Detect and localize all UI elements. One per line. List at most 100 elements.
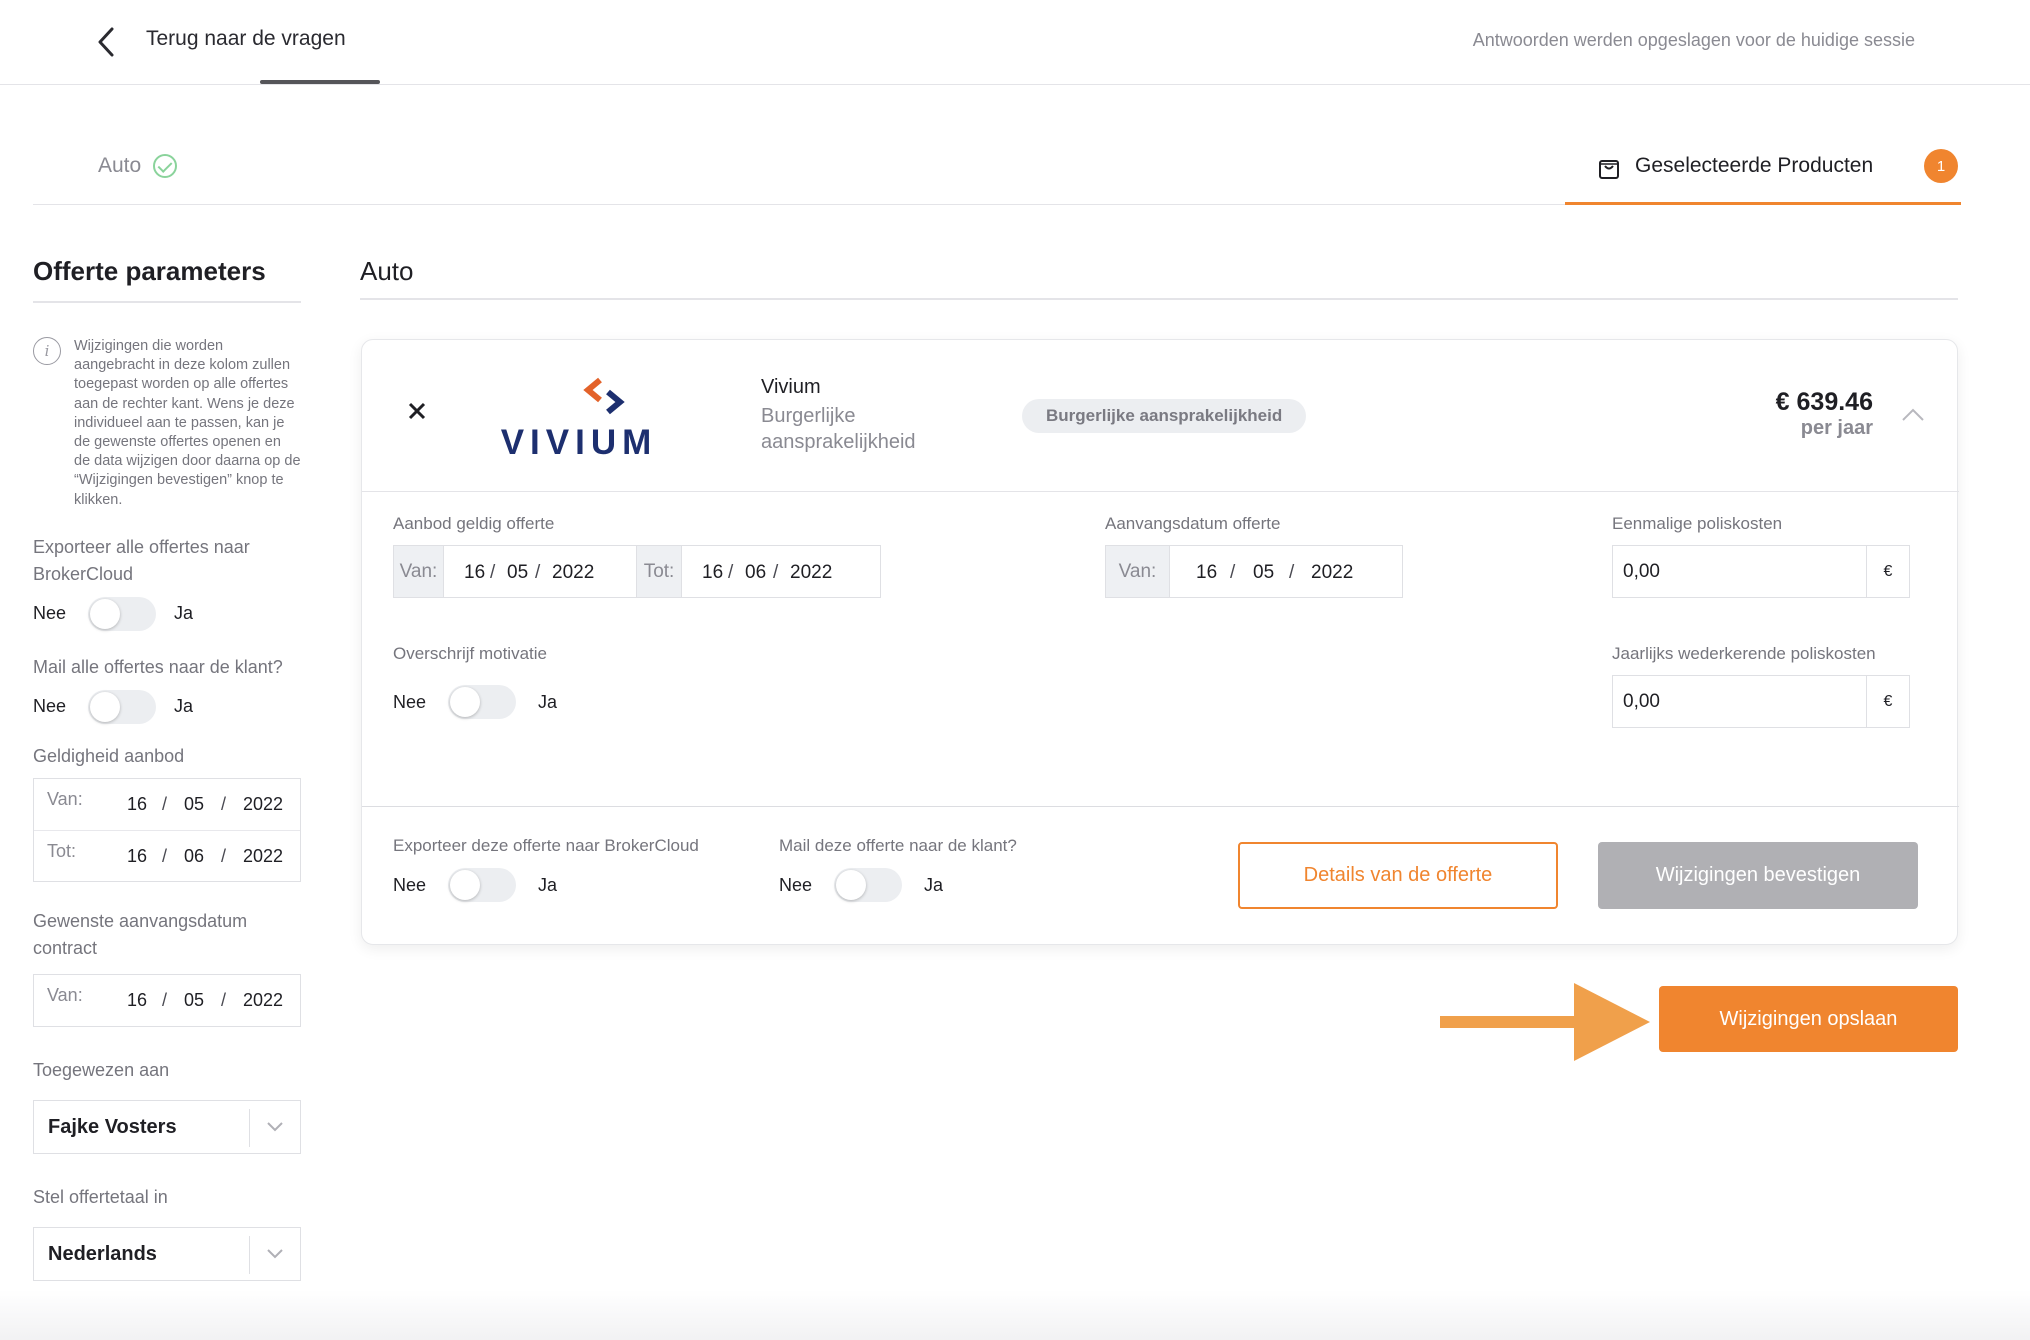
close-icon[interactable] xyxy=(406,400,428,422)
selected-count-badge: 1 xyxy=(1924,149,1958,183)
month-input[interactable]: 05 xyxy=(184,794,204,815)
toggle-yes-label: Ja xyxy=(174,696,194,717)
export-all-toggle-row: Nee Ja xyxy=(33,596,301,632)
from-prefix: Van: xyxy=(1106,546,1170,597)
toggle-knob xyxy=(836,870,867,900)
day-input[interactable]: 16 xyxy=(127,990,147,1011)
offer-valid-from-field[interactable]: 16 / 05 / 2022 xyxy=(444,546,636,597)
quote-card: VIVIUM Vivium Burgerlijke aansprakelijkh… xyxy=(361,339,1959,945)
check-circle-icon xyxy=(153,154,178,178)
info-note: i Wijzigingen die worden aangebracht in … xyxy=(33,337,301,510)
quote-parameters-sidebar: Offerte parameters i Wijzigingen die wor… xyxy=(33,256,301,1281)
day-input[interactable]: 16 xyxy=(702,562,723,584)
premium-period: per jaar xyxy=(1800,417,1873,439)
top-bar: Terug naar de vragen Antwoorden werden o… xyxy=(0,0,2030,85)
section-title: Auto xyxy=(360,256,414,286)
shopping-bag-icon xyxy=(1599,160,1619,179)
yearly-cost-input[interactable]: 0,00 € xyxy=(1612,675,1910,728)
to-prefix: Tot: xyxy=(47,840,77,861)
save-changes-button[interactable]: Wijzigingen opslaan xyxy=(1659,986,1958,1052)
start-date-field[interactable]: Van: 16 / 05 / 2022 xyxy=(34,975,300,1026)
back-link[interactable]: Terug naar de vragen xyxy=(146,27,346,51)
toggle-no-label: Nee xyxy=(33,603,67,624)
from-prefix: Van: xyxy=(47,984,83,1005)
year-input[interactable]: 2022 xyxy=(1311,562,1353,584)
chevron-down-icon xyxy=(267,1249,283,1259)
tab-selected-products[interactable]: Geselecteerde Producten 1 xyxy=(1565,130,1961,205)
month-input[interactable]: 05 xyxy=(1253,562,1274,584)
validity-label: Geldigheid aanbod xyxy=(33,745,185,766)
quote-language-value: Nederlands xyxy=(48,1242,157,1265)
one-time-cost-input[interactable]: 0,00 € xyxy=(1612,545,1910,598)
tab-auto[interactable]: Auto xyxy=(98,154,178,178)
start-date-field-box: Van: 16 / 05 / 2022 xyxy=(33,973,301,1027)
export-quote-toggle[interactable] xyxy=(448,868,517,902)
month-input[interactable]: 05 xyxy=(184,990,204,1011)
mail-all-toggle[interactable] xyxy=(88,689,157,724)
validity-to-field[interactable]: Tot: 16 / 06 / 2022 xyxy=(34,829,300,881)
mail-quote-label: Mail deze offerte naar de klant? xyxy=(779,836,1017,855)
chevron-left-icon[interactable] xyxy=(92,24,122,60)
mail-all-label: Mail alle offertes naar de klant? xyxy=(33,656,283,677)
export-quote-toggle-row: Nee Ja xyxy=(393,867,557,903)
date-separator: / xyxy=(535,562,541,583)
confirm-changes-button[interactable]: Wijzigingen bevestigen xyxy=(1598,842,1918,909)
mail-quote-toggle[interactable] xyxy=(834,868,903,902)
logo-wordmark: VIVIUM xyxy=(501,423,658,460)
offer-validity-range: Van: 16 / 05 / 2022 Tot: 16 / 06 / 2022 xyxy=(393,545,881,598)
validity-from-field[interactable]: Van: 16 / 05 / 2022 xyxy=(34,779,300,830)
euro-icon: € xyxy=(1866,546,1909,597)
info-text: Wijzigingen die worden aangebracht in de… xyxy=(74,338,301,508)
month-input[interactable]: 06 xyxy=(745,562,766,584)
sidebar-title: Offerte parameters xyxy=(33,256,301,303)
date-separator: / xyxy=(490,562,496,583)
yearly-cost-label: Jaarlijks wederkerende poliskosten xyxy=(1612,644,1876,663)
date-separator: / xyxy=(221,793,227,814)
quote-card-header[interactable]: VIVIUM Vivium Burgerlijke aansprakelijkh… xyxy=(362,340,1959,492)
toggle-yes-label: Ja xyxy=(924,874,944,895)
toggle-yes-label: Ja xyxy=(174,603,194,624)
offer-start-date-label: Aanvangsdatum offerte xyxy=(1105,514,1281,533)
coverage-tag: Burgerlijke aansprakelijkheid xyxy=(1022,399,1307,433)
select-divider xyxy=(249,1235,250,1274)
month-input[interactable]: 06 xyxy=(184,846,204,867)
quote-details-button[interactable]: Details van de offerte xyxy=(1238,842,1558,909)
toggle-yes-label: Ja xyxy=(538,691,558,712)
motivation-toggle[interactable] xyxy=(448,685,517,719)
date-separator: / xyxy=(728,562,734,583)
date-separator: / xyxy=(162,845,168,866)
day-input[interactable]: 16 xyxy=(464,562,485,584)
month-input[interactable]: 05 xyxy=(507,562,528,584)
day-input[interactable]: 16 xyxy=(127,846,147,867)
info-icon: i xyxy=(33,337,61,365)
to-prefix: Tot: xyxy=(636,546,682,597)
date-separator: / xyxy=(773,562,779,583)
toggle-knob xyxy=(450,687,481,717)
year-input[interactable]: 2022 xyxy=(243,990,283,1011)
from-prefix: Van: xyxy=(47,788,83,809)
mail-quote-toggle-row: Nee Ja xyxy=(779,867,943,903)
export-all-label: Exporteer alle offertes naar BrokerCloud xyxy=(33,536,250,584)
validity-date-range: Van: 16 / 05 / 2022 Tot: 16 / 06 / 2022 xyxy=(33,777,301,882)
date-separator: / xyxy=(1289,562,1295,583)
day-input[interactable]: 16 xyxy=(127,794,147,815)
year-input[interactable]: 2022 xyxy=(243,846,283,867)
offer-validity-label: Aanbod geldig offerte xyxy=(393,514,555,533)
assigned-to-label: Toegewezen aan xyxy=(33,1059,170,1080)
export-all-toggle[interactable] xyxy=(88,596,157,631)
one-time-cost-label: Eenmalige poliskosten xyxy=(1612,514,1783,533)
offer-start-date-field[interactable]: 16 / 05 / 2022 xyxy=(1170,546,1402,597)
tab-auto-label: Auto xyxy=(98,154,142,177)
tab-selected-products-label: Geselecteerde Producten xyxy=(1635,154,1874,177)
chevron-up-icon[interactable] xyxy=(1901,406,1925,422)
premium: € 639.46 per jaar xyxy=(1776,388,1873,440)
assigned-to-select[interactable]: Fajke Vosters xyxy=(33,1099,301,1154)
bottom-fade xyxy=(0,1290,2030,1340)
year-input[interactable]: 2022 xyxy=(790,562,832,584)
year-input[interactable]: 2022 xyxy=(552,562,594,584)
year-input[interactable]: 2022 xyxy=(243,794,283,815)
offer-valid-to-field[interactable]: 16 / 06 / 2022 xyxy=(682,546,880,597)
quote-language-select[interactable]: Nederlands xyxy=(33,1226,301,1281)
from-prefix: Van: xyxy=(394,546,444,597)
day-input[interactable]: 16 xyxy=(1196,562,1217,584)
